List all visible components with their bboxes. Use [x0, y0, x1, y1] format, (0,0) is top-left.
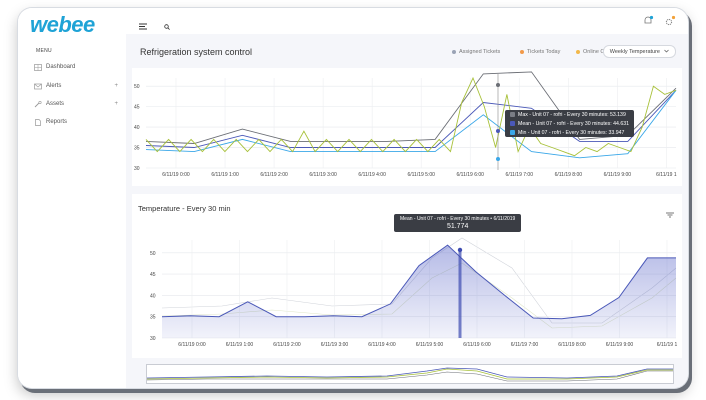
bottom-chart-tooltip: Mean - Unit 07 - rofri - Every 30 minute…: [394, 214, 522, 232]
series-area: [162, 245, 676, 338]
expand-icon[interactable]: +: [114, 83, 118, 89]
x-tick-label: 6/11/19 3:00: [321, 342, 349, 348]
grid-icon: [34, 63, 42, 71]
x-tick-label: 6/11/19 6:00: [463, 342, 491, 348]
sidebar-item-reports[interactable]: Reports: [34, 116, 118, 128]
tooltip-row-mean: Mean - Unit 07 - rofri - Every 30 minute…: [505, 119, 634, 128]
menu-title: MENU: [36, 48, 52, 54]
sidebar-item-label: Dashboard: [46, 64, 76, 70]
topbar: [126, 8, 688, 35]
sidebar-item-label: Alerts: [46, 83, 62, 89]
legend-label: Assigned Tickets: [459, 49, 501, 55]
swatch: [510, 112, 515, 117]
x-tick-label: 6/11/19 5:00: [407, 172, 435, 178]
app-window: webee MENU Dashboard Alerts + Assets + R…: [18, 8, 688, 388]
tooltip-row-min: Min - Unit 07 - rofri - Every 30 minutes…: [505, 128, 634, 137]
x-tick-label: 6/11/19 3:00: [309, 172, 337, 178]
x-tick-label: 6/11/19 4:00: [358, 172, 386, 178]
y-tick-label: 40: [150, 293, 156, 299]
x-tick-label: 6/11/19 4:00: [368, 342, 396, 348]
filter-icon[interactable]: [666, 205, 674, 223]
y-tick-label: 30: [134, 166, 140, 172]
x-tick-label: 6/11/19 9:00: [606, 342, 634, 348]
hover-point: [457, 247, 463, 253]
gear-icon[interactable]: [664, 14, 676, 32]
x-tick-label: 6/11/19 5:00: [416, 342, 444, 348]
sidebar: webee MENU Dashboard Alerts + Assets + R…: [18, 8, 127, 388]
y-tick-label: 50: [150, 251, 156, 257]
x-tick-label: 6/11/19 8:00: [558, 342, 586, 348]
sidebar-item-assets[interactable]: Assets +: [34, 98, 118, 110]
x-tick-label: 6/11/19 1:00: [226, 342, 254, 348]
mail-icon: [34, 83, 42, 90]
top-chart-tooltip: Max - Unit 07 - rofri - Every 30 minutes…: [505, 110, 635, 137]
tooltip-text: Min - Unit 07 - rofri - Every 30 minutes…: [518, 129, 625, 136]
navigator-preview: [146, 367, 673, 382]
search-icon[interactable]: [164, 17, 170, 35]
sidebar-item-dashboard[interactable]: Dashboard: [34, 61, 118, 73]
tooltip-label: Mean - Unit 07 - rofri - Every 30 minute…: [400, 216, 516, 222]
x-tick-label: 6/11/19 7:00: [506, 172, 534, 178]
y-tick-label: 50: [134, 84, 140, 90]
swatch: [510, 121, 515, 126]
hamburger-icon[interactable]: [139, 17, 147, 35]
range-select[interactable]: Weekly Temperature: [602, 45, 676, 58]
x-tick-label: 6/11/19 2:00: [273, 342, 301, 348]
tooltip-text: Max - Unit 07 - rofri - Every 30 minutes…: [518, 111, 626, 118]
legend-dot: [452, 50, 456, 54]
expand-icon[interactable]: +: [114, 101, 118, 107]
y-tick-label: 40: [134, 125, 140, 131]
legend-dot: [520, 50, 524, 54]
hover-band: [458, 248, 462, 338]
hover-point-max: [496, 83, 500, 87]
x-tick-label: 6/11/19 7:00: [511, 342, 539, 348]
x-tick-label: 6/11/19 2:00: [260, 172, 288, 178]
legend-item-tickets-today[interactable]: Tickets Today: [520, 49, 560, 55]
tooltip-text: Mean - Unit 07 - rofri - Every 30 minute…: [518, 120, 630, 127]
x-tick-label: 6/11/19 9:00: [604, 172, 632, 178]
x-tick-label: 6/11/19 0:00: [178, 342, 206, 348]
wrench-icon: [34, 100, 42, 108]
y-tick-label: 35: [150, 315, 156, 321]
x-tick-label: 6/11/19 6:00: [457, 172, 485, 178]
hover-point-min: [496, 157, 500, 161]
legend-item-assigned-tickets[interactable]: Assigned Tickets: [452, 49, 500, 55]
logo: webee: [30, 12, 95, 37]
x-tick-label: 6/11/19 8:00: [555, 172, 583, 178]
y-tick-label: 30: [150, 336, 156, 342]
x-tick-label: 6/11/19 1:00: [211, 172, 239, 178]
legend-dot: [576, 50, 580, 54]
x-tick-label: 6/11/19 1: [657, 342, 678, 348]
range-select-value: Weekly Temperature: [609, 48, 660, 55]
bottom-chart[interactable]: 30 35 40 45 50 6/11/19 0:00 6/11/19 1:00 6/11/1…: [132, 228, 682, 358]
y-tick-label: 45: [134, 105, 140, 111]
x-tick-label: 6/11/19 0:00: [162, 172, 190, 178]
main-content: Refrigeration system control Assigned Ti…: [126, 34, 688, 388]
bottom-chart-card: 30 35 40 45 50 6/11/19 0:00 6/11/19 1:00 6/11/1…: [132, 214, 682, 358]
swatch: [510, 130, 515, 135]
hover-point-mean: [496, 129, 500, 133]
chevron-down-icon: [664, 49, 669, 55]
second-panel-title: Temperature - Every 30 min: [138, 204, 231, 213]
tooltip-row-max: Max - Unit 07 - rofri - Every 30 minutes…: [505, 110, 634, 119]
range-navigator[interactable]: [146, 364, 674, 384]
tooltip-value: 51.774: [446, 223, 469, 230]
legend-label: Tickets Today: [527, 49, 561, 55]
sidebar-item-alerts[interactable]: Alerts +: [34, 80, 118, 92]
x-tick-label: 6/11/19 1: [656, 172, 677, 178]
bell-icon[interactable]: [642, 14, 654, 32]
top-chart-card: 30 35 40 45 50 6/11/19 0:00 6/11/19 1:00 6/11/1…: [132, 68, 682, 186]
sidebar-item-label: Assets: [46, 101, 65, 107]
y-tick-label: 45: [150, 272, 156, 278]
sidebar-item-label: Reports: [46, 119, 68, 125]
page-title: Refrigeration system control: [140, 47, 253, 57]
y-tick-label: 35: [134, 146, 140, 152]
document-icon: [34, 118, 42, 126]
